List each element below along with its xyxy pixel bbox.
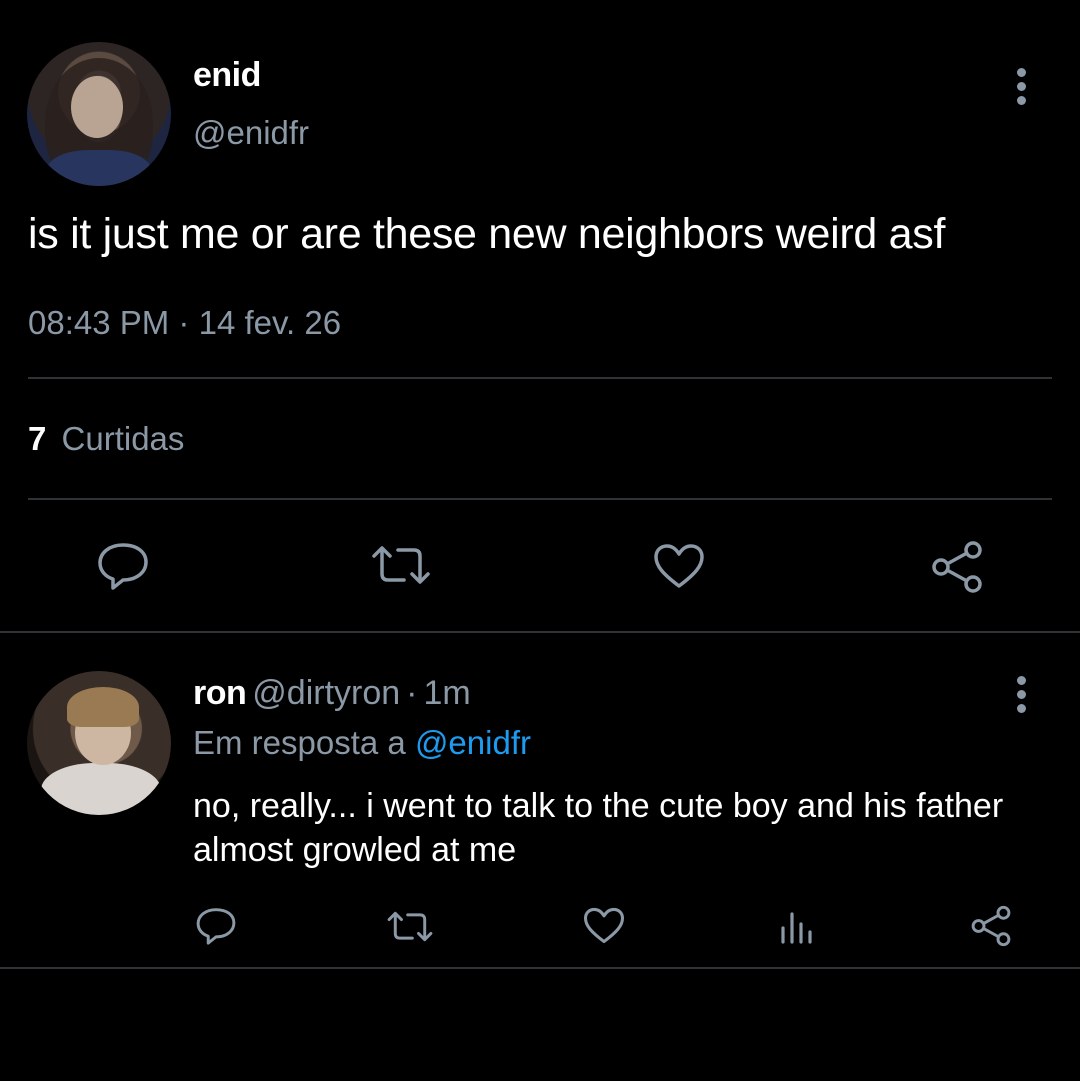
author-handle[interactable]: @enidfr	[193, 114, 309, 152]
reply-to-label: Em resposta a	[193, 724, 406, 761]
retweet-button[interactable]	[370, 544, 432, 586]
share-button[interactable]	[970, 905, 1012, 947]
tweet-detail-page: enid @enidfr is it just me or are these …	[0, 0, 1080, 1081]
likes-count: 7	[28, 420, 47, 457]
heart-icon	[654, 544, 704, 588]
reply-to-handle[interactable]: @enidfr	[415, 724, 531, 761]
retweet-icon	[372, 546, 430, 584]
likes-link[interactable]: 7 Curtidas	[28, 420, 184, 458]
share-icon	[932, 541, 982, 593]
avatar[interactable]	[27, 671, 171, 815]
tweet-date: 14 fev. 26	[198, 304, 342, 341]
divider	[0, 631, 1080, 633]
author-name[interactable]: enid	[193, 56, 261, 95]
main-tweet: enid @enidfr is it just me or are these …	[0, 0, 1080, 632]
share-button[interactable]	[930, 540, 984, 594]
reply-time: 1m	[423, 674, 471, 712]
reply-button[interactable]	[96, 541, 150, 591]
reply-button[interactable]	[195, 906, 237, 946]
tweet-text: is it just me or are these new neighbors…	[28, 210, 946, 258]
reply-icon	[98, 543, 148, 590]
reply-text: no, really... i went to talk to the cute…	[193, 787, 1004, 869]
reply-author-handle[interactable]: @dirtyron	[252, 674, 400, 712]
heart-icon	[583, 907, 625, 944]
meta-separator: ·	[406, 674, 418, 712]
analytics-icon	[781, 912, 812, 944]
tweet-time: 08:43 PM	[28, 304, 170, 341]
divider	[28, 498, 1052, 500]
more-options-icon[interactable]	[1014, 676, 1028, 718]
retweet-icon	[387, 911, 433, 942]
reply-header: ron @dirtyron · 1m	[193, 674, 471, 713]
like-button[interactable]	[583, 907, 625, 944]
reply-author-name[interactable]: ron	[193, 674, 247, 712]
divider	[0, 967, 1080, 969]
likes-label: Curtidas	[61, 420, 185, 457]
more-options-icon[interactable]	[1014, 68, 1028, 110]
avatar[interactable]	[27, 42, 171, 186]
reply-context: Em resposta a @enidfr	[193, 724, 531, 762]
like-button[interactable]	[653, 543, 705, 589]
tweet-timestamp: 08:43 PM · 14 fev. 26	[28, 304, 341, 342]
retweet-button[interactable]	[386, 910, 434, 943]
reply-icon	[196, 908, 236, 945]
divider	[28, 377, 1052, 379]
share-icon	[971, 905, 1011, 947]
analytics-button[interactable]	[779, 908, 815, 944]
meta-separator: ·	[178, 304, 190, 341]
